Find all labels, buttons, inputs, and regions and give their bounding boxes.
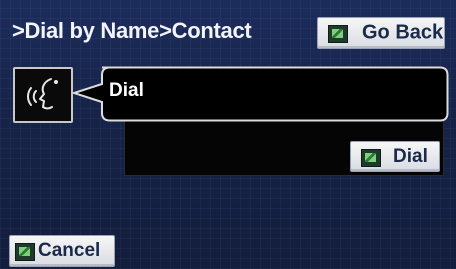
page-title: >Dial by Name>Contact	[12, 18, 252, 43]
cancel-label: Cancel	[38, 240, 101, 261]
go-back-label: Go Back	[362, 21, 444, 44]
voice-talk-button[interactable]	[13, 67, 73, 123]
voice-prompt-text: Dial	[109, 80, 144, 101]
dial-button[interactable]: Dial	[350, 141, 440, 172]
dial-label: Dial	[393, 145, 428, 167]
go-back-button[interactable]: Go Back	[317, 17, 445, 49]
navigation-screen: >Dial by Name>Contact Go Back 01 10 10 1…	[0, 0, 456, 269]
dial-icon	[361, 148, 381, 167]
cancel-icon	[15, 243, 35, 261]
voice-recognition-icon	[27, 78, 58, 110]
back-arrow-icon	[328, 25, 348, 43]
cancel-button[interactable]: Cancel	[9, 235, 115, 267]
